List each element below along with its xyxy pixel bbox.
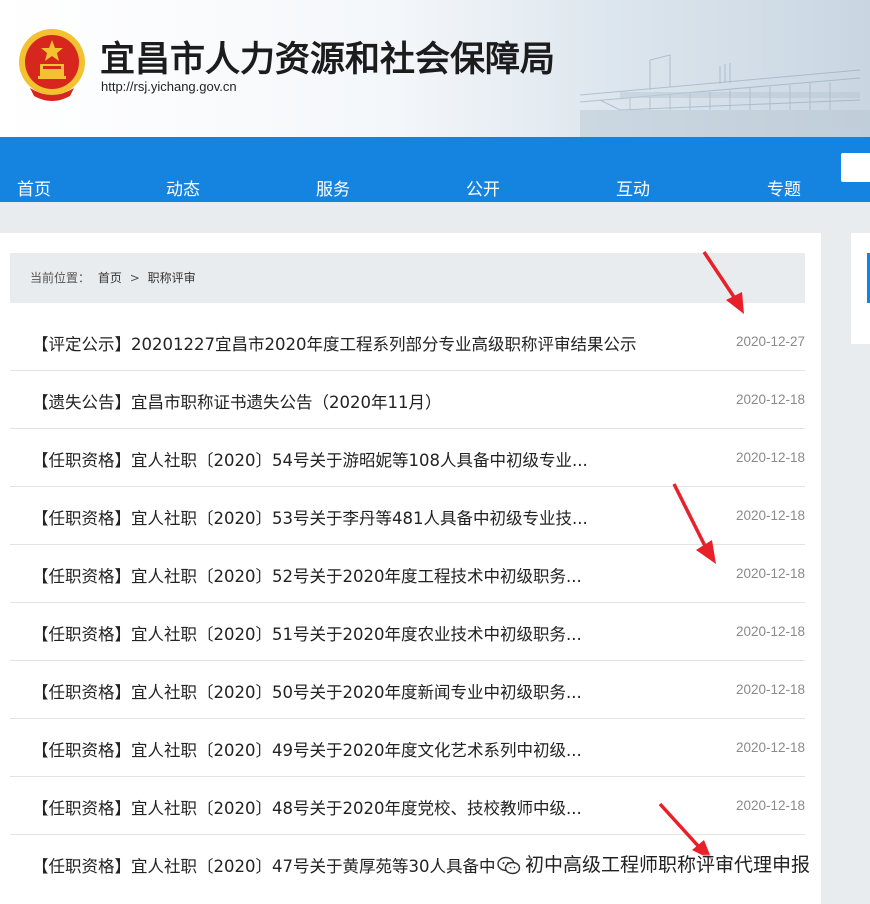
national-emblem-icon <box>19 29 85 101</box>
news-date: 2020-12-18 <box>735 740 805 755</box>
search-box[interactable] <box>841 153 870 182</box>
main-nav: 首页 动态 服务 公开 互动 专题 <box>0 137 870 202</box>
news-title[interactable]: 【任职资格】宜人社职〔2020〕54号关于游昭妮等108人具备中初级专业... <box>32 447 588 471</box>
news-row[interactable]: 【任职资格】宜人社职〔2020〕51号关于2020年度农业技术中初级职务... … <box>10 603 805 661</box>
news-title[interactable]: 【评定公示】20201227宜昌市2020年度工程系列部分专业高级职称评审结果公… <box>32 331 636 355</box>
breadcrumb: 当前位置： 首页 > 职称评审 <box>10 253 805 303</box>
nav-item-topics[interactable]: 专题 <box>767 175 801 200</box>
site-title[interactable]: 宜昌市人力资源和社会保障局 <box>100 31 555 82</box>
nav-item-services[interactable]: 服务 <box>316 175 350 200</box>
breadcrumb-current[interactable]: 职称评审 <box>148 271 196 285</box>
news-row[interactable]: 【评定公示】20201227宜昌市2020年度工程系列部分专业高级职称评审结果公… <box>10 313 805 371</box>
news-row[interactable]: 【遗失公告】宜昌市职称证书遗失公告（2020年11月） 2020-12-18 <box>10 371 805 429</box>
news-date: 2020-12-27 <box>735 334 805 349</box>
news-date: 2020-12-18 <box>735 566 805 581</box>
news-date: 2020-12-18 <box>735 392 805 407</box>
site-header: 宜昌市人力资源和社会保障局 http://rsj.yichang.gov.cn <box>0 0 870 137</box>
breadcrumb-prefix: 当前位置： <box>30 271 91 285</box>
nav-item-news[interactable]: 动态 <box>166 175 200 200</box>
annotation-arrow-icon <box>672 483 716 564</box>
annotation-arrow-icon <box>702 251 744 314</box>
nav-item-home[interactable]: 首页 <box>17 175 51 200</box>
news-title[interactable]: 【任职资格】宜人社职〔2020〕51号关于2020年度农业技术中初级职务... <box>32 621 582 645</box>
news-title[interactable]: 【任职资格】宜人社职〔2020〕49号关于2020年度文化艺术系列中初级... <box>32 737 582 761</box>
watermark: 初中高级工程师职称评审代理申报 <box>497 850 810 877</box>
news-row[interactable]: 【任职资格】宜人社职〔2020〕54号关于游昭妮等108人具备中初级专业... … <box>10 429 805 487</box>
news-date: 2020-12-18 <box>735 450 805 465</box>
news-title[interactable]: 【任职资格】宜人社职〔2020〕50号关于2020年度新闻专业中初级职务... <box>32 679 582 703</box>
news-title[interactable]: 【任职资格】宜人社职〔2020〕48号关于2020年度党校、技校教师中级... <box>32 795 582 819</box>
news-date: 2020-12-18 <box>735 624 805 639</box>
header-bridge-image <box>579 54 870 137</box>
nav-item-public[interactable]: 公开 <box>466 175 500 200</box>
nav-item-interaction[interactable]: 互动 <box>616 175 650 200</box>
news-row[interactable]: 【任职资格】宜人社职〔2020〕49号关于2020年度文化艺术系列中初级... … <box>10 719 805 777</box>
news-title[interactable]: 【任职资格】宜人社职〔2020〕53号关于李丹等481人具备中初级专业技... <box>32 505 588 529</box>
news-title[interactable]: 【任职资格】宜人社职〔2020〕47号关于黄厚苑等30人具备中 <box>32 853 495 877</box>
watermark-text: 初中高级工程师职称评审代理申报 <box>525 854 811 876</box>
news-date: 2020-12-18 <box>735 798 805 813</box>
breadcrumb-home-link[interactable]: 首页 <box>98 271 122 285</box>
news-date: 2020-12-18 <box>735 508 805 523</box>
news-row[interactable]: 【任职资格】宜人社职〔2020〕50号关于2020年度新闻专业中初级职务... … <box>10 661 805 719</box>
site-url[interactable]: http://rsj.yichang.gov.cn <box>101 79 237 94</box>
breadcrumb-separator: > <box>129 271 140 285</box>
wechat-icon <box>497 856 521 874</box>
news-title[interactable]: 【遗失公告】宜昌市职称证书遗失公告（2020年11月） <box>32 389 442 413</box>
news-title[interactable]: 【任职资格】宜人社职〔2020〕52号关于2020年度工程技术中初级职务... <box>32 563 582 587</box>
news-date: 2020-12-18 <box>735 682 805 697</box>
